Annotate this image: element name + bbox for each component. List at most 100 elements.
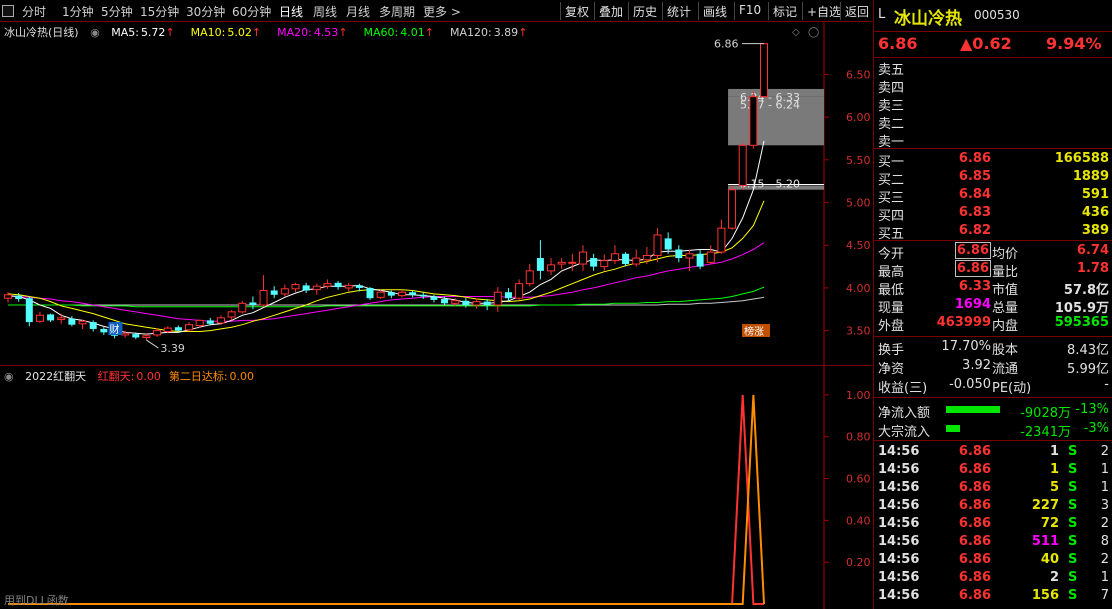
candle-body	[600, 260, 609, 268]
period-tab[interactable]: 30分钟	[186, 3, 225, 20]
menu-square-icon[interactable]	[2, 5, 14, 17]
candle[interactable]	[738, 142, 747, 190]
candle-body	[227, 311, 236, 318]
candle[interactable]	[547, 258, 556, 276]
candle[interactable]	[47, 313, 55, 323]
candle-body	[557, 261, 566, 265]
toolbar-button[interactable]: 历史	[628, 2, 661, 20]
candle[interactable]	[100, 327, 108, 335]
candle[interactable]	[216, 315, 225, 325]
candle[interactable]	[419, 292, 427, 300]
indicator-chart[interactable]: 1.00 0.80 0.60 0.40 0.20	[0, 366, 872, 609]
period-tab[interactable]: 日线	[279, 3, 303, 20]
candle[interactable]	[35, 311, 44, 323]
candle[interactable]	[57, 313, 66, 324]
candle[interactable]	[675, 245, 683, 263]
candle[interactable]	[344, 282, 353, 292]
candlestick-chart[interactable]: 6.506.005.505.004.504.003.506.24 - 6.335…	[0, 22, 872, 366]
toolbar-button[interactable]: +自选	[802, 2, 845, 20]
fundamental-label: 收益(三)	[878, 381, 928, 396]
candle[interactable]	[334, 281, 342, 290]
candle[interactable]	[291, 282, 300, 293]
candle[interactable]	[622, 252, 630, 267]
candle-body	[142, 335, 151, 338]
period-tab[interactable]: 多周期	[379, 3, 415, 20]
candle-body	[153, 330, 162, 336]
toolbar-button[interactable]: F10	[734, 2, 765, 20]
candle-body	[4, 294, 12, 299]
tick-side: S	[1068, 588, 1078, 603]
candle[interactable]	[472, 298, 481, 309]
candle[interactable]	[664, 232, 672, 254]
candle[interactable]	[557, 258, 566, 270]
toolbar-button[interactable]: 标记	[768, 2, 801, 20]
candle[interactable]	[515, 279, 524, 300]
fundamental-label: 换手	[878, 343, 905, 358]
period-tab[interactable]: 60分钟	[232, 3, 271, 20]
candle[interactable]	[409, 290, 417, 298]
period-tab[interactable]: 15分钟	[140, 3, 179, 20]
candle[interactable]	[483, 299, 491, 311]
candle[interactable]	[728, 185, 737, 230]
indicator-legend: ◉ 2022红翻天 红翻天: 0.00 第二日达标: 0.00	[4, 368, 270, 384]
candle[interactable]	[706, 245, 715, 265]
high-price-label: 6.86	[714, 38, 739, 51]
indicator-panel[interactable]: 1.00 0.80 0.60 0.40 0.20 ◉ 2022红翻天 红翻天: 0.00 第…	[0, 366, 872, 609]
candle[interactable]	[270, 286, 278, 299]
candle[interactable]	[590, 253, 598, 271]
tick-volume: 1	[1049, 444, 1059, 459]
candle[interactable]	[312, 283, 321, 295]
candle[interactable]	[397, 289, 406, 298]
candle[interactable]	[525, 264, 534, 287]
toolbar-button[interactable]: 统计	[662, 2, 695, 20]
candle[interactable]	[578, 245, 587, 271]
candle[interactable]	[302, 282, 310, 294]
period-tab[interactable]: 更多 >	[423, 3, 461, 20]
candle[interactable]	[249, 296, 257, 310]
candle[interactable]	[696, 249, 704, 270]
candle[interactable]	[366, 287, 374, 300]
diamond-icon[interactable]: ◇	[792, 27, 800, 38]
candle-body	[483, 301, 491, 306]
candle[interactable]	[238, 300, 247, 314]
period-tab[interactable]: 周线	[313, 3, 337, 20]
candle[interactable]	[717, 219, 726, 254]
up-arrow-icon: ↑	[251, 26, 262, 39]
candle[interactable]	[600, 254, 609, 271]
candle[interactable]	[749, 91, 758, 149]
candle[interactable]	[653, 228, 662, 263]
candle[interactable]	[568, 253, 577, 271]
candle[interactable]	[323, 279, 332, 289]
tick-time: 14:56	[878, 588, 920, 603]
candle[interactable]	[632, 249, 641, 267]
candle[interactable]	[25, 296, 33, 327]
candle-body	[57, 317, 66, 321]
candle[interactable]	[259, 275, 268, 307]
period-tab[interactable]: 5分钟	[101, 3, 133, 20]
dropdown-icon[interactable]: ◉	[4, 370, 14, 383]
candle[interactable]	[610, 245, 619, 265]
tick-side: S	[1068, 570, 1078, 585]
candle[interactable]	[280, 284, 289, 297]
indicator-axis-label: 0.80	[846, 431, 871, 444]
circle-icon[interactable]: ◯	[808, 27, 819, 38]
period-tab[interactable]: 分时	[22, 3, 46, 20]
candle[interactable]	[760, 43, 768, 98]
low-marker-line	[146, 339, 159, 349]
candle-body	[441, 299, 449, 304]
price-axis-label: 6.50	[846, 68, 871, 81]
dropdown-icon[interactable]: ◉	[90, 26, 100, 39]
candle-body	[366, 287, 374, 299]
period-tab[interactable]: 月线	[346, 3, 370, 20]
candle[interactable]	[185, 322, 194, 332]
candle[interactable]	[78, 319, 87, 329]
toolbar-button[interactable]: 复权	[560, 2, 593, 20]
main-chart-panel[interactable]: 6.50 6.00 5.50 5.00 4.50 4.00 3.50 6.24 - 6.33 5…	[0, 22, 872, 366]
candle[interactable]	[536, 240, 544, 280]
buy-level-volume: 1889	[1072, 169, 1109, 184]
period-tab[interactable]: 1分钟	[62, 3, 94, 20]
candle[interactable]	[493, 287, 502, 312]
toolbar-button[interactable]: 返回	[840, 2, 873, 20]
toolbar-button[interactable]: 画线	[698, 2, 731, 20]
toolbar-button[interactable]: 叠加	[594, 2, 627, 20]
